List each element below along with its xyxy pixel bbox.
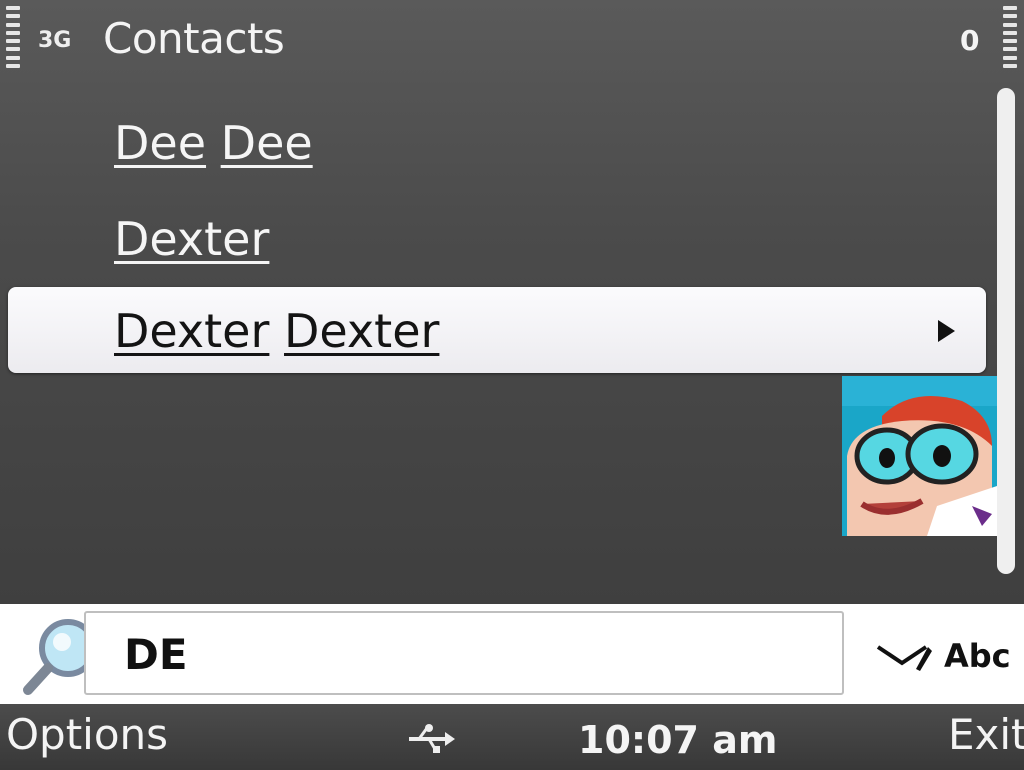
expand-arrow-icon[interactable]	[938, 320, 955, 342]
pen-input-icon	[876, 645, 932, 671]
contact-avatar	[842, 376, 997, 536]
contact-first-name: Dexter	[114, 212, 270, 266]
input-mode-indicator: Abc	[876, 637, 1011, 675]
network-type: 3G	[38, 28, 72, 53]
usb-icon	[405, 722, 455, 760]
exit-button[interactable]: Exit	[948, 710, 1024, 759]
status-bar: 3G Contacts 0	[0, 0, 1024, 80]
search-input-value: DE	[124, 630, 188, 679]
avatar-image	[842, 376, 997, 536]
input-mode-label: Abc	[944, 637, 1011, 675]
page-title: Contacts	[103, 14, 285, 63]
contact-last-name: Dexter	[284, 304, 440, 358]
contacts-screen: 3G Contacts 0 Dee Dee Dexter Dexter Dext…	[0, 0, 1024, 770]
contact-first-name: Dexter	[114, 304, 270, 358]
clock: 10:07 am	[578, 718, 778, 762]
list-item[interactable]: Dee Dee	[114, 116, 313, 170]
contact-last-name: Dee	[220, 116, 313, 170]
item-counter: 0	[960, 24, 980, 57]
selected-contact-name: Dexter Dexter	[114, 304, 439, 358]
scrollbar[interactable]	[997, 88, 1015, 574]
options-button[interactable]: Options	[6, 710, 168, 759]
list-item-selected[interactable]: Dexter Dexter	[8, 287, 986, 373]
list-item[interactable]: Dexter	[114, 212, 269, 266]
battery-level-icon	[1003, 6, 1017, 68]
contact-first-name: Dee	[114, 116, 207, 170]
search-input[interactable]	[84, 611, 844, 695]
signal-strength-icon	[6, 6, 20, 68]
